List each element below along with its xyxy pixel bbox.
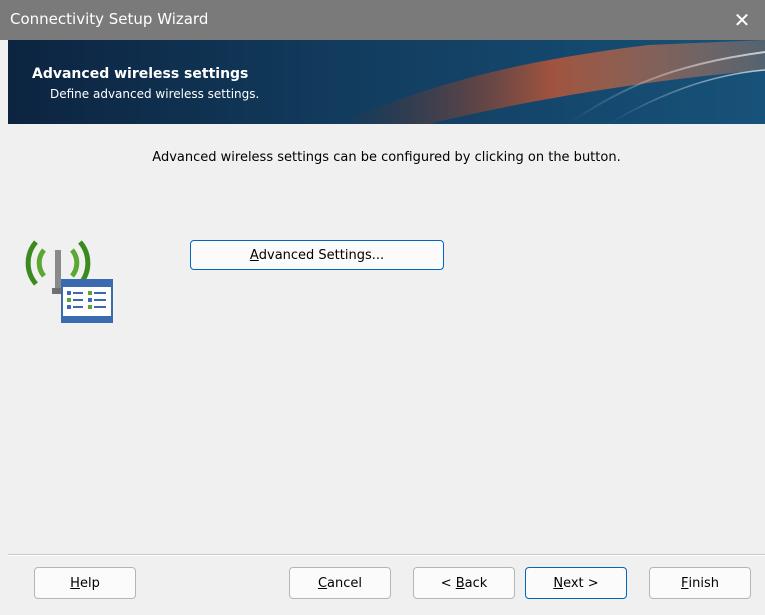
window-title: Connectivity Setup Wizard bbox=[10, 10, 209, 28]
header-banner: Advanced wireless settings Define advanc… bbox=[8, 40, 765, 124]
cancel-label: ancel bbox=[327, 575, 363, 591]
back-button[interactable]: < Back bbox=[413, 567, 515, 599]
banner-title: Advanced wireless settings bbox=[32, 66, 249, 82]
advanced-settings-mnemonic: A bbox=[249, 247, 259, 263]
back-label: ack bbox=[464, 575, 488, 591]
banner-subtitle: Define advanced wireless settings. bbox=[50, 87, 260, 101]
banner-decoration bbox=[338, 40, 765, 124]
instruction-text: Advanced wireless settings can be config… bbox=[152, 150, 621, 165]
close-button[interactable]: ✕ bbox=[719, 0, 765, 40]
wireless-settings-icon bbox=[22, 232, 118, 328]
help-label: elp bbox=[79, 575, 100, 591]
help-button[interactable]: Help bbox=[34, 567, 136, 599]
window-left-edge bbox=[0, 40, 8, 615]
help-mnemonic: H bbox=[70, 575, 80, 591]
finish-button[interactable]: Finish bbox=[649, 567, 751, 599]
back-mnemonic: B bbox=[455, 575, 465, 591]
finish-label: inish bbox=[688, 575, 719, 591]
back-prefix: < bbox=[440, 575, 456, 591]
next-mnemonic: N bbox=[553, 575, 564, 591]
advanced-settings-button[interactable]: Advanced Settings... bbox=[190, 240, 444, 270]
cancel-mnemonic: C bbox=[317, 575, 328, 591]
footer-divider bbox=[8, 554, 765, 556]
cancel-button[interactable]: Cancel bbox=[289, 567, 391, 599]
finish-mnemonic: F bbox=[681, 575, 689, 591]
title-bar: Connectivity Setup Wizard ✕ bbox=[0, 0, 765, 40]
advanced-settings-label: dvanced Settings... bbox=[258, 247, 385, 263]
next-label: ext > bbox=[563, 575, 599, 591]
next-button[interactable]: Next > bbox=[525, 567, 627, 599]
